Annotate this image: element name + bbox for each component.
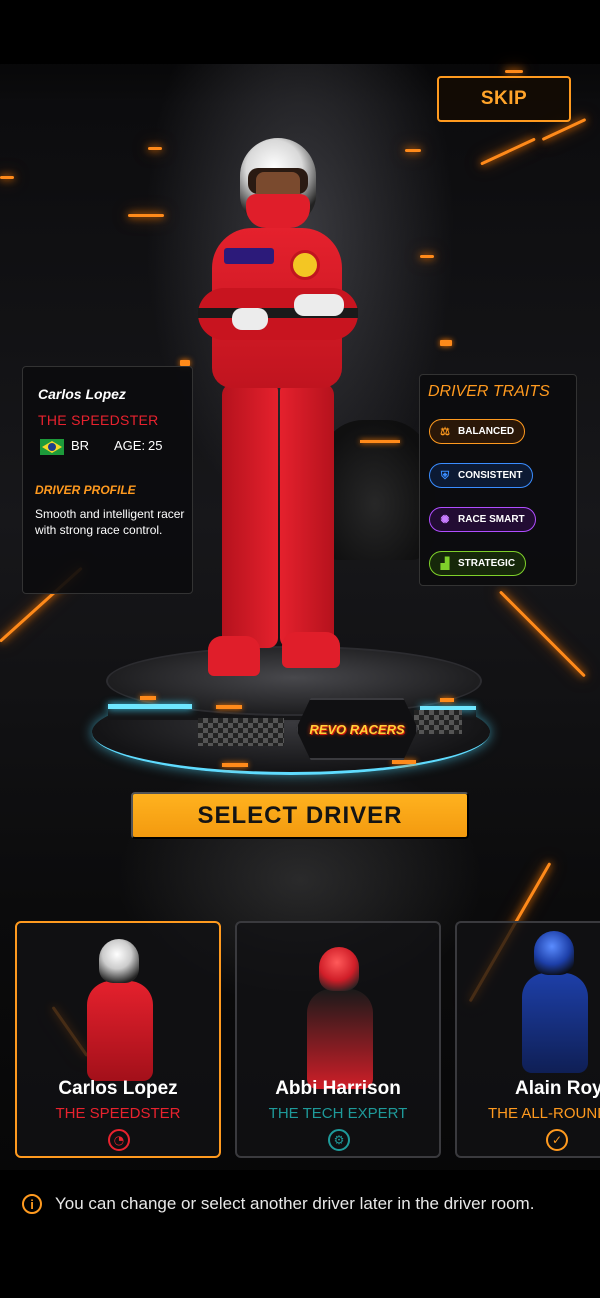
footer-note-text: You can change or select another driver … (55, 1194, 535, 1213)
trait-consistent: ⛨ CONSISTENT (429, 463, 534, 488)
driver-country: BR (71, 438, 90, 453)
driver-info-card: Carlos Lopez THE SPEEDSTER BR AGE: 25 DR… (22, 366, 193, 594)
driver-card-role: THE SPEEDSTER (55, 1105, 181, 1122)
trait-strategic: ▟ STRATEGIC (429, 551, 527, 576)
footer-note: i You can change or select another drive… (22, 1192, 582, 1216)
brain-icon: ✺ (440, 513, 450, 526)
shield-check-icon: ⛨ (440, 469, 450, 482)
revo-racers-logo: REVO RACERS (296, 698, 418, 760)
speedometer-icon: ◔ (108, 1129, 130, 1151)
driver-thumbnail (77, 939, 167, 1081)
trait-balanced: ⚖ BALANCED (429, 419, 526, 444)
skip-button[interactable]: SKIP (437, 76, 571, 122)
select-driver-button[interactable]: SELECT DRIVER (131, 792, 469, 839)
driver-thumbnail (297, 947, 387, 1089)
scale-icon: ⚖ (440, 425, 450, 438)
driver-card-carlos-lopez[interactable]: Carlos Lopez THE SPEEDSTER ◔ (15, 921, 221, 1158)
driver-age: 25 (148, 438, 163, 453)
gear-icon: ⚙ (328, 1129, 350, 1151)
check-circle-icon: ✓ (546, 1129, 568, 1151)
driver-name: Carlos Lopez (38, 386, 126, 402)
ec-badge (290, 250, 320, 280)
driver-traits-card: DRIVER TRAITS ⚖ BALANCED ⛨ CONSISTENT ✺ … (419, 374, 577, 586)
info-icon: i (22, 1194, 42, 1214)
driver-card-name: Alain Roy (515, 1078, 600, 1099)
driver-thumbnail (512, 931, 600, 1073)
driver-card-alain-roy[interactable]: Alain Roy THE ALL-ROUND ✓ (455, 921, 600, 1158)
driver-profile-text: Smooth and intelligent racer with strong… (35, 507, 185, 537)
selected-driver-3d-figure (190, 138, 370, 678)
sponsor-patch (224, 248, 274, 264)
driver-title: THE SPEEDSTER (38, 412, 159, 428)
driver-card-abbi-harrison[interactable]: Abbi Harrison THE TECH EXPERT ⚙ (235, 921, 441, 1158)
driver-card-name: Carlos Lopez (58, 1078, 178, 1099)
brand-logo-text: REVO RACERS (309, 721, 405, 737)
driver-age-label: AGE: (114, 438, 146, 453)
driver-card-role: THE ALL-ROUND (488, 1105, 600, 1122)
traits-heading: DRIVER TRAITS (428, 383, 550, 400)
driver-card-name: Abbi Harrison (275, 1078, 401, 1099)
checkered-pattern (198, 718, 284, 746)
trait-race-smart: ✺ RACE SMART (429, 507, 536, 532)
driver-profile-heading: DRIVER PROFILE (35, 483, 136, 497)
driver-card-role: THE TECH EXPERT (268, 1105, 408, 1122)
bar-chart-icon: ▟ (440, 557, 450, 570)
checkered-pattern (414, 710, 462, 734)
